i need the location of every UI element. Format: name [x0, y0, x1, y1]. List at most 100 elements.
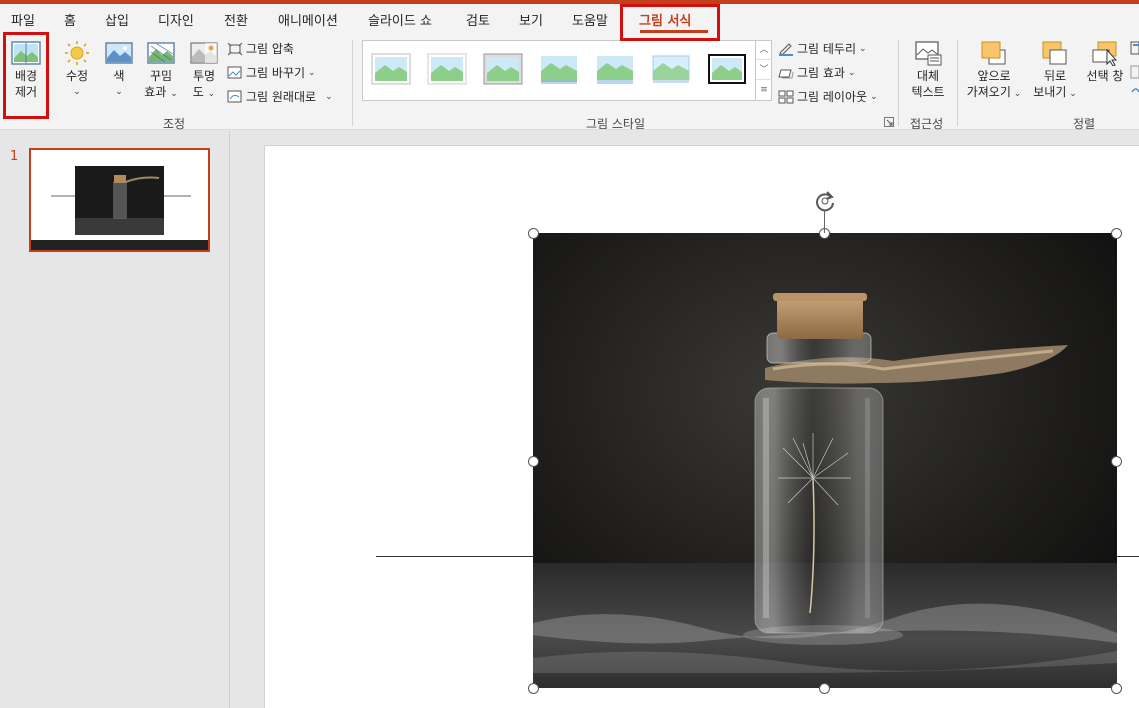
transparency-label-line1: 투명 [192, 69, 216, 83]
gallery-more-icon[interactable]: ≡ [756, 80, 772, 100]
group-label-accessibility: 접근성 [910, 117, 944, 131]
tab-animations[interactable]: 애니메이션 [278, 10, 338, 32]
artistic-effects-label-line1: 꾸밈 [149, 69, 173, 83]
sun-icon [65, 41, 89, 65]
picture-style-option[interactable] [427, 53, 467, 85]
alt-text-icon [915, 41, 942, 66]
corrections-button[interactable]: 수정 ⌄ [60, 40, 94, 100]
picture-effects-button[interactable]: 그림 효과 ⌄ [778, 64, 856, 81]
reset-picture-dropdown-icon: ⌄ [325, 91, 333, 102]
horizontal-line-left[interactable] [376, 556, 533, 557]
picture-layout-button[interactable]: 그림 레이아웃 ⌄ [778, 88, 878, 105]
align-icons-partial[interactable] [1130, 40, 1139, 102]
layout-icon [778, 90, 794, 103]
picture-style-option[interactable] [595, 53, 635, 85]
change-picture-button[interactable]: 그림 바꾸기 ⌄ [227, 64, 316, 81]
change-picture-dropdown-icon: ⌄ [308, 67, 316, 78]
corrections-dropdown-icon: ⌄ [73, 87, 81, 97]
slide-thumbnail[interactable] [29, 148, 210, 252]
tab-insert[interactable]: 삽입 [105, 10, 129, 32]
bring-forward-label-line1: 앞으로 [977, 69, 1011, 83]
resize-handle-bottom-right[interactable] [1111, 683, 1122, 694]
selection-pane-button[interactable]: 선택 창 [1082, 40, 1128, 84]
rotation-handle-stem [824, 210, 825, 233]
group-label-adjust: 조정 [163, 117, 186, 131]
ribbon-tab-bar: 파일 홈 삽입 디자인 전환 애니메이션 슬라이드 쇼 검토 보기 도움말 그림… [0, 4, 1139, 36]
corrections-label: 수정 [65, 69, 89, 83]
color-dropdown-icon: ⌄ [115, 87, 123, 97]
bring-forward-icon [981, 41, 1006, 65]
alt-text-label-line1: 대체 [916, 69, 940, 83]
compress-icon [227, 42, 243, 55]
color-picture-icon [105, 42, 133, 64]
picture-style-option[interactable] [539, 53, 579, 85]
selected-picture-bottle[interactable] [533, 233, 1117, 688]
send-backward-dropdown-icon: ⌄ [1066, 89, 1077, 99]
resize-handle-left[interactable] [528, 456, 539, 467]
resize-handle-right[interactable] [1111, 456, 1122, 467]
compress-label: 그림 압축 [246, 42, 294, 56]
picture-layout-dropdown-icon: ⌄ [870, 91, 878, 102]
artistic-effects-dropdown-icon: ⌄ [170, 89, 178, 99]
dialog-launcher-icon[interactable] [884, 117, 894, 127]
selection-pane-label: 선택 창 [1086, 69, 1124, 83]
ribbon-separator [957, 40, 958, 126]
resize-handle-bottom-left[interactable] [528, 683, 539, 694]
selection-pane-icon [1092, 41, 1118, 66]
picture-border-button[interactable]: 그림 테두리 ⌄ [778, 40, 867, 57]
tab-transitions[interactable]: 전환 [224, 10, 248, 32]
horizontal-line-right[interactable] [1117, 556, 1139, 557]
effects-icon [778, 69, 794, 78]
ribbon-separator [898, 40, 899, 126]
bottle-photo-image [533, 233, 1117, 688]
transparency-dropdown-icon: ⌄ [207, 89, 216, 99]
gallery-scroll-up-icon[interactable]: ︿ [756, 40, 772, 60]
group-label-picture-styles: 그림 스타일 [586, 117, 646, 131]
tab-review[interactable]: 검토 [466, 10, 490, 32]
gallery-scroll-down-icon[interactable]: ﹀ [756, 60, 772, 80]
rotate-icon[interactable] [813, 189, 837, 213]
send-backward-label-line2: 보내기 [1033, 85, 1067, 99]
bring-forward-button[interactable]: 앞으로 가져오기 ⌄ [964, 40, 1024, 102]
tab-home[interactable]: 홈 [64, 10, 76, 32]
resize-handle-bottom[interactable] [819, 683, 830, 694]
slide-number: 1 [10, 149, 19, 164]
picture-layout-label: 그림 레이아웃 [797, 90, 868, 104]
gallery-scroll: ︿ ﹀ ≡ [755, 40, 772, 101]
tab-file[interactable]: 파일 [11, 10, 35, 32]
reset-picture-button[interactable]: 그림 원래대로 ⌄ [227, 88, 333, 105]
remove-background-highlight [3, 32, 49, 119]
change-picture-icon [227, 66, 242, 78]
ribbon-separator [352, 40, 353, 126]
resize-handle-top-left[interactable] [528, 228, 539, 239]
picture-styles-gallery [362, 40, 772, 101]
slide-thumbnail-pane: 1 [0, 131, 230, 708]
tab-view[interactable]: 보기 [519, 10, 543, 32]
picture-style-option[interactable] [483, 53, 523, 85]
picture-format-tab-highlight [620, 4, 720, 41]
color-button[interactable]: 색 ⌄ [103, 40, 135, 100]
resize-handle-top-right[interactable] [1111, 228, 1122, 239]
slide-thumbnail-preview [31, 150, 208, 250]
picture-border-dropdown-icon: ⌄ [859, 43, 867, 54]
picture-border-label: 그림 테두리 [797, 42, 857, 56]
pen-icon [779, 42, 793, 56]
tab-slideshow[interactable]: 슬라이드 쇼 [368, 10, 432, 32]
picture-style-option[interactable] [707, 53, 747, 85]
alt-text-button[interactable]: 대체 텍스트 [906, 40, 950, 100]
reset-picture-icon [227, 90, 242, 102]
picture-style-option[interactable] [371, 53, 411, 85]
artistic-effects-label-line2: 효과 [144, 85, 167, 99]
picture-style-option[interactable] [651, 53, 691, 85]
send-backward-icon [1042, 41, 1067, 65]
bring-forward-dropdown-icon: ⌄ [1010, 89, 1022, 99]
reset-picture-label: 그림 원래대로 [246, 90, 317, 104]
change-picture-label: 그림 바꾸기 [246, 66, 306, 80]
send-backward-button[interactable]: 뒤로 보내기 ⌄ [1030, 40, 1080, 102]
color-label: 색 [113, 69, 125, 83]
transparency-button[interactable]: 투명 도 ⌄ [186, 40, 222, 102]
tab-help[interactable]: 도움말 [572, 10, 608, 32]
tab-design[interactable]: 디자인 [158, 10, 194, 32]
artistic-effects-button[interactable]: 꾸밈 효과 ⌄ [140, 40, 182, 102]
compress-pictures-button[interactable]: 그림 압축 [227, 40, 294, 57]
